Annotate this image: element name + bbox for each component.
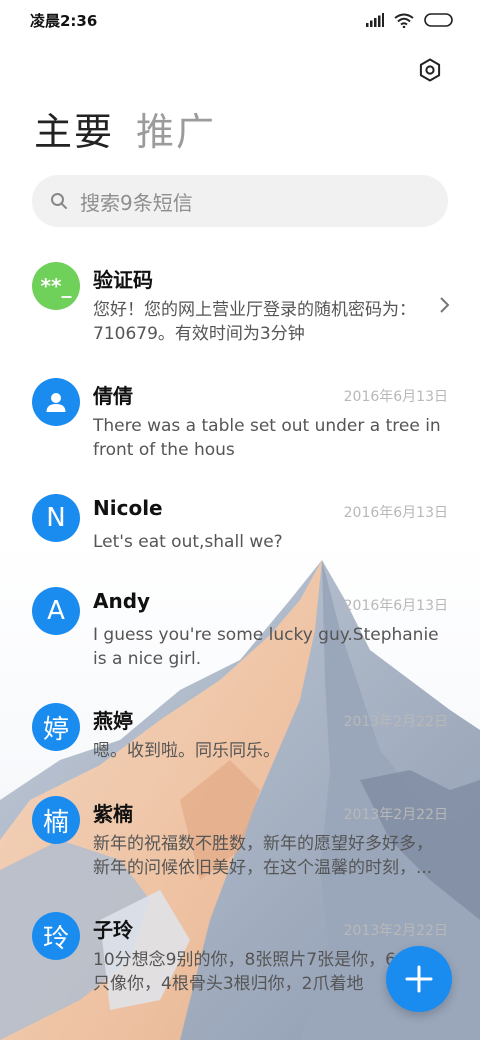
settings-button[interactable] — [414, 54, 446, 86]
conversation-date: 2013年2月22日 — [343, 807, 448, 823]
avatar-character: 玲 — [32, 912, 80, 960]
plus-icon — [405, 965, 433, 993]
avatar-person — [32, 378, 80, 426]
search-placeholder: 搜索9条短信 — [80, 190, 193, 215]
conversation-preview: 新年的祝福数不胜数，新年的愿望好多好多，新年的问候依旧美好，在这个温馨的时刻，.… — [93, 834, 433, 878]
conversation-name: 燕婷 — [93, 709, 133, 733]
tab-main[interactable]: 主要 — [34, 108, 114, 156]
tab-bar: 主要 推广 — [34, 108, 216, 156]
conversation-item-andy[interactable]: A Andy 2016年6月13日 I guess you're some lu… — [0, 565, 480, 675]
conversation-date: 2016年6月13日 — [343, 598, 448, 614]
conversation-item-qianqian[interactable]: 倩倩 2016年6月13日 There was a table set out … — [0, 356, 480, 466]
new-message-button[interactable] — [386, 946, 452, 1012]
conversation-item-zinan[interactable]: 楠 紫楠 2013年2月22日 新年的祝福数不胜数，新年的愿望好多好多，新年的问… — [0, 774, 480, 884]
avatar-character: 婷 — [32, 703, 80, 751]
conversation-preview: 您好！您的网上营业厅登录的随机密码为：710679。有效时间为3分钟 — [93, 300, 416, 344]
conversation-preview: I guess you're some lucky guy.Stephanie … — [93, 625, 439, 669]
signal-icon — [366, 13, 384, 27]
avatar-code: **_ — [32, 262, 80, 310]
avatar-character: 楠 — [32, 796, 80, 844]
search-bar[interactable]: 搜索9条短信 — [32, 175, 448, 227]
settings-icon — [419, 58, 441, 82]
conversation-item-verification[interactable]: **_ 验证码 您好！您的网上营业厅登录的随机密码为：710679。有效时间为3… — [0, 240, 480, 350]
conversation-name: Nicole — [93, 496, 163, 520]
conversation-name: Andy — [93, 589, 151, 613]
chevron-right-icon — [440, 297, 450, 313]
conversation-preview: There was a table set out under a tree i… — [93, 416, 441, 460]
avatar-letter: N — [32, 494, 80, 542]
status-time: 凌晨2:36 — [30, 11, 98, 30]
avatar-letter: A — [32, 587, 80, 635]
conversation-date: 2013年2月22日 — [343, 714, 448, 730]
conversation-name: 紫楠 — [93, 802, 133, 826]
status-icons — [366, 13, 454, 28]
conversation-name: 子玲 — [93, 918, 133, 942]
tab-promotions[interactable]: 推广 — [136, 108, 216, 156]
wifi-icon — [394, 13, 414, 28]
person-icon — [46, 393, 66, 412]
search-icon — [51, 193, 67, 209]
conversation-preview: 嗯。收到啦。同乐同乐。 — [93, 741, 280, 761]
conversation-name: 验证码 — [93, 268, 153, 292]
battery-icon — [424, 13, 453, 27]
messages-screen: 凌晨2:36 主要 推广 搜索9条短信 **_ 验证码 您好！您的网上营业厅登录… — [0, 0, 480, 1040]
conversation-date: 2016年6月13日 — [343, 389, 448, 405]
conversation-preview: Let's eat out,shall we? — [93, 532, 283, 552]
conversation-name: 倩倩 — [93, 384, 133, 408]
conversation-date: 2016年6月13日 — [343, 505, 448, 521]
conversation-date: 2013年2月22日 — [343, 923, 448, 939]
status-bar: 凌晨2:36 — [0, 0, 480, 40]
